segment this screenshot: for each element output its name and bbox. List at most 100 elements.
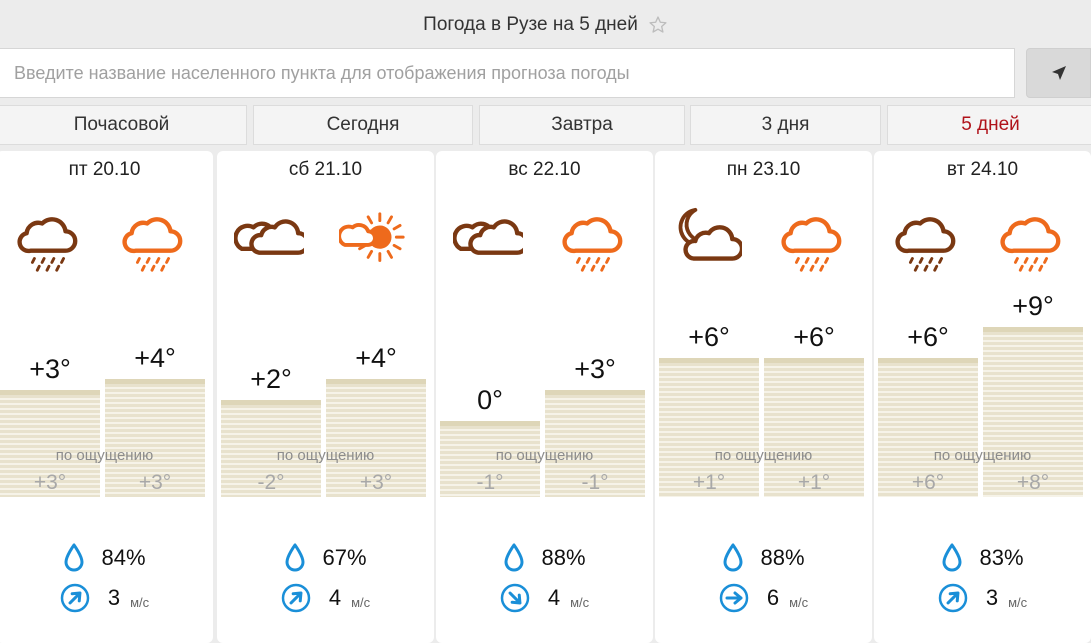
wind-speed-value: 4 <box>328 585 342 610</box>
humidity-value: 67% <box>322 545 367 570</box>
night-feels-like: +6° <box>911 471 945 494</box>
night-feels-like: -2° <box>257 471 285 494</box>
day-temperature: +4° <box>355 343 397 373</box>
wind-speed-value: 4 <box>547 585 561 610</box>
night-temperature: +3° <box>29 353 71 384</box>
wind-row: 3 м/с <box>874 583 1091 613</box>
star-icon[interactable] <box>648 15 668 35</box>
cloud-rain-icon <box>562 217 623 272</box>
night-weather-icon <box>891 206 961 276</box>
wind-speed-value: 3 <box>107 585 121 610</box>
night-weather-icon <box>13 206 83 276</box>
locate-button[interactable] <box>1026 48 1091 98</box>
clouds-icon <box>452 219 530 255</box>
wind-direction-icon <box>500 583 530 613</box>
cloud-rain-icon <box>1000 217 1061 272</box>
wind-unit: м/с <box>1008 594 1028 610</box>
wind-speed-value: 3 <box>985 585 999 610</box>
wind-speed-value: 6 <box>766 585 780 610</box>
wind-unit: м/с <box>130 594 150 610</box>
day-date: пн 23.10 <box>726 159 801 180</box>
humidity-value: 84% <box>101 545 146 570</box>
night-weather-icon <box>452 206 530 276</box>
night-temperature: +6° <box>907 322 949 352</box>
humidity-value: 88% <box>541 545 586 570</box>
feels-like-label: по ощущению <box>276 447 375 464</box>
feels-like-label: по ощущению <box>55 447 154 464</box>
humidity-row: 88% <box>436 543 653 573</box>
day-card: пн 23.10 +6° +1° +6° +1° по ощущению 88% 6 … <box>655 151 872 643</box>
wind-row: 3 м/с <box>0 583 213 613</box>
wind-row: 6 м/с <box>655 583 872 613</box>
day-temperature: +3° <box>574 353 616 384</box>
day-temperature: +9° <box>1012 290 1054 321</box>
night-temperature: +2° <box>250 364 292 394</box>
day-temperature: +6° <box>793 322 835 352</box>
droplet-icon <box>722 543 744 573</box>
humidity-row: 84% <box>0 543 213 573</box>
night-feels-like: +1° <box>692 471 726 494</box>
humidity-row: 83% <box>874 543 1091 573</box>
day-card: вс 22.10 0° -1° +3° -1° по ощущению 88% 4 м… <box>436 151 653 643</box>
day-weather-icon <box>558 206 628 276</box>
day-date: вт 24.10 <box>946 159 1019 180</box>
humidity-row: 67% <box>217 543 434 573</box>
title-bar: Погода в Рузе на 5 дней <box>0 0 1091 50</box>
wind-direction-icon <box>938 583 968 613</box>
day-card: вт 24.10 +6° +6° +9° +8° по ощущению 83% 3 … <box>874 151 1091 643</box>
wind-direction-icon <box>281 583 311 613</box>
droplet-icon <box>941 543 963 573</box>
droplet-icon <box>503 543 525 573</box>
feels-like-label: по ощущению <box>714 447 813 464</box>
feels-like-label: по ощущению <box>495 447 594 464</box>
day-feels-like: +8° <box>1016 471 1050 494</box>
day-card: пт 20.10 +3° +3° +4° +3° по ощущению 84% 3 … <box>0 151 213 643</box>
day-feels-like: +3° <box>138 471 172 494</box>
cloud-rain-icon <box>781 217 842 272</box>
sun-cloud-icon <box>337 212 405 262</box>
day-weather-icon <box>337 206 409 276</box>
day-date: сб 21.10 <box>288 159 363 180</box>
search-input[interactable] <box>0 48 1015 98</box>
day-card: сб 21.10 +2° -2° +4° +3° по ощущению 67% 4 … <box>217 151 434 643</box>
cloud-rain-icon <box>895 217 956 272</box>
wind-row: 4 м/с <box>217 583 434 613</box>
tab-today[interactable]: Сегодня <box>253 105 473 145</box>
night-temperature: +6° <box>688 322 730 352</box>
tab-hourly[interactable]: Почасовой <box>0 105 247 145</box>
feels-like-label: по ощущению <box>933 447 1032 464</box>
wind-row: 4 м/с <box>436 583 653 613</box>
location-arrow-icon <box>1051 66 1066 80</box>
wind-unit: м/с <box>570 594 590 610</box>
night-weather-icon <box>233 206 311 276</box>
wind-unit: м/с <box>351 594 371 610</box>
wind-direction-icon <box>719 583 749 613</box>
day-date: пт 20.10 <box>68 159 141 180</box>
day-weather-icon <box>118 206 188 276</box>
cloud-rain-icon <box>17 217 78 272</box>
tab-tomorrow[interactable]: Завтра <box>479 105 685 145</box>
period-tabs: Почасовой Сегодня Завтра 3 дня 5 дней <box>0 105 1091 145</box>
day-weather-icon <box>996 206 1066 276</box>
night-feels-like: -1° <box>476 471 504 494</box>
forecast-cards: пт 20.10 +3° +3° +4° +3° по ощущению 84% 3 … <box>0 151 1091 643</box>
wind-unit: м/с <box>789 594 809 610</box>
wind-direction-icon <box>60 583 90 613</box>
humidity-value: 88% <box>760 545 805 570</box>
page-title: Погода в Рузе на 5 дней <box>423 14 638 35</box>
humidity-value: 83% <box>979 545 1024 570</box>
day-temperature: +4° <box>134 343 176 373</box>
day-feels-like: +1° <box>797 471 831 494</box>
cloud-rain-icon <box>122 217 183 272</box>
day-feels-like: -1° <box>581 471 609 494</box>
tab-5-days[interactable]: 5 дней <box>887 105 1091 145</box>
droplet-icon <box>63 543 85 573</box>
night-feels-like: +3° <box>33 471 67 494</box>
day-date: вс 22.10 <box>508 159 581 180</box>
tab-3-days[interactable]: 3 дня <box>690 105 881 145</box>
day-weather-icon <box>777 206 847 276</box>
night-temperature: 0° <box>477 385 503 415</box>
search-row <box>0 48 1091 98</box>
clouds-icon <box>233 219 311 255</box>
day-feels-like: +3° <box>359 471 393 494</box>
